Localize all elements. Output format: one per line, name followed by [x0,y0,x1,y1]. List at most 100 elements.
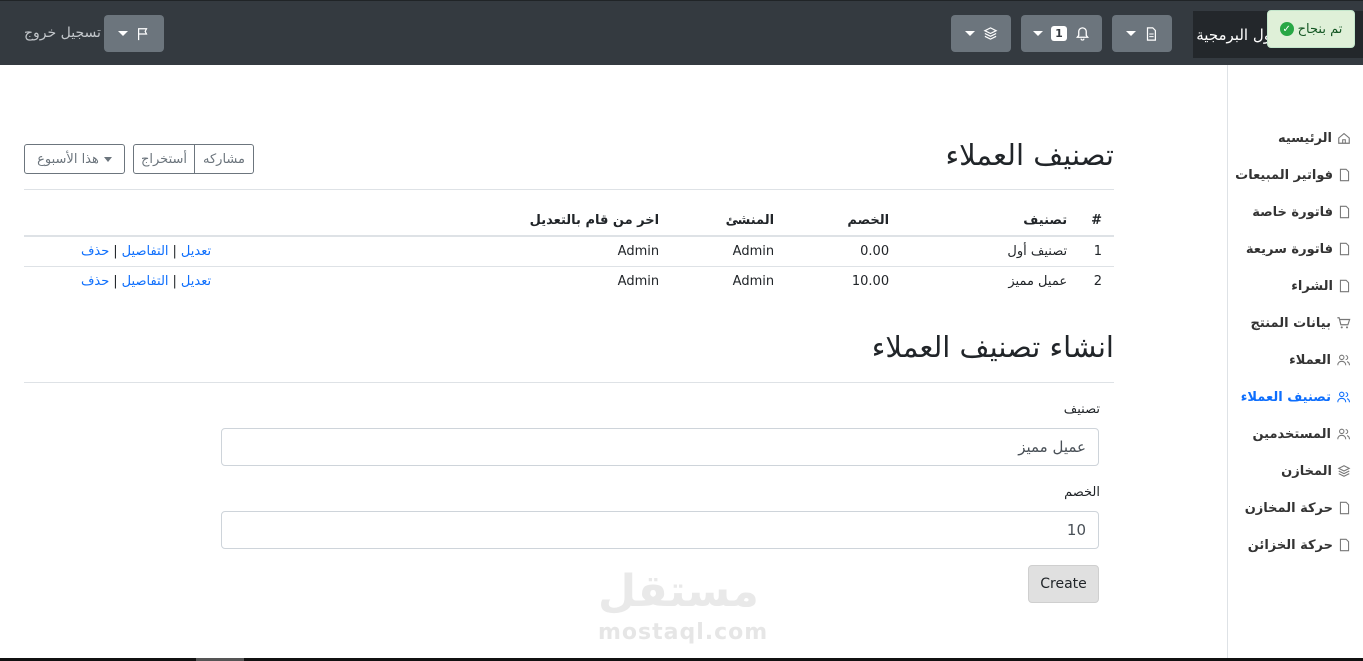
users-icon [1337,428,1350,440]
sidebar-item-purchase[interactable]: الشراء [1291,275,1351,297]
customer-categories-table: # تصنيف الخصم المنشئ اخر من قام بالتعديل… [24,205,1114,296]
row-discount: 10.00 [786,265,902,296]
success-toast: ✓ تم بنجاح [1267,10,1355,48]
cart-icon [1337,317,1351,329]
table-header-row: # تصنيف الخصم المنشئ اخر من قام بالتعديل [24,205,1114,237]
check-circle-icon: ✓ [1279,22,1294,36]
logout-link[interactable]: تسجيل خروج [24,25,101,41]
sidebar: الرئيسيه فواتير المبيعات فاتورة خاصة فات… [1227,65,1363,661]
column-header-last-modifier: اخر من قام بالتعديل [386,205,672,237]
action-separator: | [172,243,177,259]
row-actions: تعديل|التفاصيل|حذف [24,265,387,296]
sidebar-item-treasury-movements[interactable]: حركة الخزائن [1248,534,1351,556]
action-separator: | [113,243,118,259]
form-divider [24,382,1114,383]
discount-input[interactable] [221,511,1099,549]
flag-dropdown-button[interactable] [104,15,164,52]
notifications-dropdown-button[interactable]: 1 [1021,15,1102,52]
row-number: 1 [1079,235,1114,266]
sidebar-item-customers[interactable]: العملاء [1289,349,1351,371]
notification-count-badge: 1 [1051,26,1067,41]
row-actions: تعديل|التفاصيل|حذف [24,235,387,266]
caret-down-icon [103,156,112,162]
brand-text: ول البرمجية [1196,25,1271,44]
row-number: 2 [1079,265,1114,296]
caret-down-icon [118,31,128,36]
title-divider [24,189,1114,190]
details-link[interactable]: التفاصيل [122,244,169,259]
create-button[interactable]: Create [1028,565,1099,603]
period-dropdown-button[interactable]: هذا الأسبوع [24,144,125,174]
layers-dropdown-button[interactable] [951,15,1011,52]
users-icon [1337,391,1350,403]
column-header-category: تصنيف [901,205,1080,237]
sidebar-item-label: حركة الخزائن [1247,537,1333,553]
row-category: عميل مميز [901,265,1080,296]
caret-down-icon [964,31,975,36]
sidebar-item-label: فاتورة خاصة [1252,204,1333,220]
file-icon [1339,242,1350,256]
sidebar-item-label: فواتير المبيعات [1235,167,1333,183]
users-icon [1337,354,1350,366]
action-separator: | [113,273,118,289]
column-header-actions [24,205,387,237]
bell-icon [1075,27,1089,41]
sidebar-item-home[interactable]: الرئيسيه [1278,127,1351,149]
caret-down-icon [1033,31,1044,36]
file-icon [1339,538,1350,552]
sidebar-item-label: حركة المخازن [1244,500,1333,516]
toolbar-button-group: أستخراج مشاركه [133,144,254,174]
column-header-discount: الخصم [786,205,902,237]
row-creator: Admin [671,265,787,296]
sidebar-item-warehouses[interactable]: المخازن [1281,460,1351,482]
sidebar-item-label: الشراء [1291,278,1333,294]
row-modifier: Admin [386,265,672,296]
sidebar-item-label: المخازن [1281,463,1332,479]
toast-text: تم بنجاح [1297,21,1343,37]
create-form-title: انشاء تصنيف العملاء [871,330,1114,364]
watermark-logo-latin: mostaql.com [598,620,769,645]
layers-icon [983,27,997,40]
edit-link[interactable]: تعديل [181,274,211,289]
sidebar-item-label: المستخدمين [1252,426,1331,442]
sidebar-item-customer-categories[interactable]: تصنيف العملاء [1241,386,1351,408]
table-row: 2 عميل مميز 10.00 Admin Admin تعديل|التف… [24,265,1114,296]
category-name-input[interactable] [221,428,1099,466]
row-creator: Admin [671,235,787,266]
edit-link[interactable]: تعديل [181,244,211,259]
sidebar-item-label: فاتورة سريعة [1245,241,1333,257]
watermark-logo-arabic: مستقل [598,566,759,617]
table-row: 1 تصنيف أول 0.00 Admin Admin تعديل|التفا… [24,235,1114,266]
column-header-creator: المنشئ [671,205,787,237]
page-title: تصنيف العملاء [945,138,1114,172]
row-discount: 0.00 [786,235,902,266]
share-button[interactable]: مشاركه [195,144,254,174]
sidebar-item-products[interactable]: بيانات المنتج [1251,312,1351,334]
sidebar-item-label: تصنيف العملاء [1240,389,1331,405]
sidebar-item-quick-invoice[interactable]: فاتورة سريعة [1246,238,1351,260]
file-icon [1339,501,1350,515]
details-link[interactable]: التفاصيل [122,274,169,289]
delete-link[interactable]: حذف [81,244,109,259]
file-icon [1339,205,1350,219]
category-name-label: تصنيف [1063,402,1100,417]
column-header-number: # [1079,205,1114,237]
export-button[interactable]: أستخراج [133,144,195,174]
file-icon [1339,168,1350,182]
sidebar-item-special-invoice[interactable]: فاتورة خاصة [1252,201,1351,223]
documents-dropdown-button[interactable] [1112,15,1172,52]
action-separator: | [172,273,177,289]
sidebar-item-label: بيانات المنتج [1250,315,1331,331]
sidebar-item-warehouse-movements[interactable]: حركة المخازن [1245,497,1351,519]
sidebar-item-sales-invoices[interactable]: فواتير المبيعات [1235,164,1351,186]
sidebar-item-label: الرئيسيه [1277,130,1332,146]
sidebar-item-users[interactable]: المستخدمين [1252,423,1351,445]
discount-label: الخصم [1064,485,1100,500]
file-icon [1339,279,1350,293]
top-navbar: ول البرمجية ✓ تم بنجاح 1 تسجيل خروج [0,0,1363,65]
delete-link[interactable]: حذف [81,274,109,289]
home-icon [1338,132,1350,144]
row-modifier: Admin [386,235,672,266]
file-icon [1146,26,1156,41]
row-category: تصنيف أول [901,235,1080,266]
